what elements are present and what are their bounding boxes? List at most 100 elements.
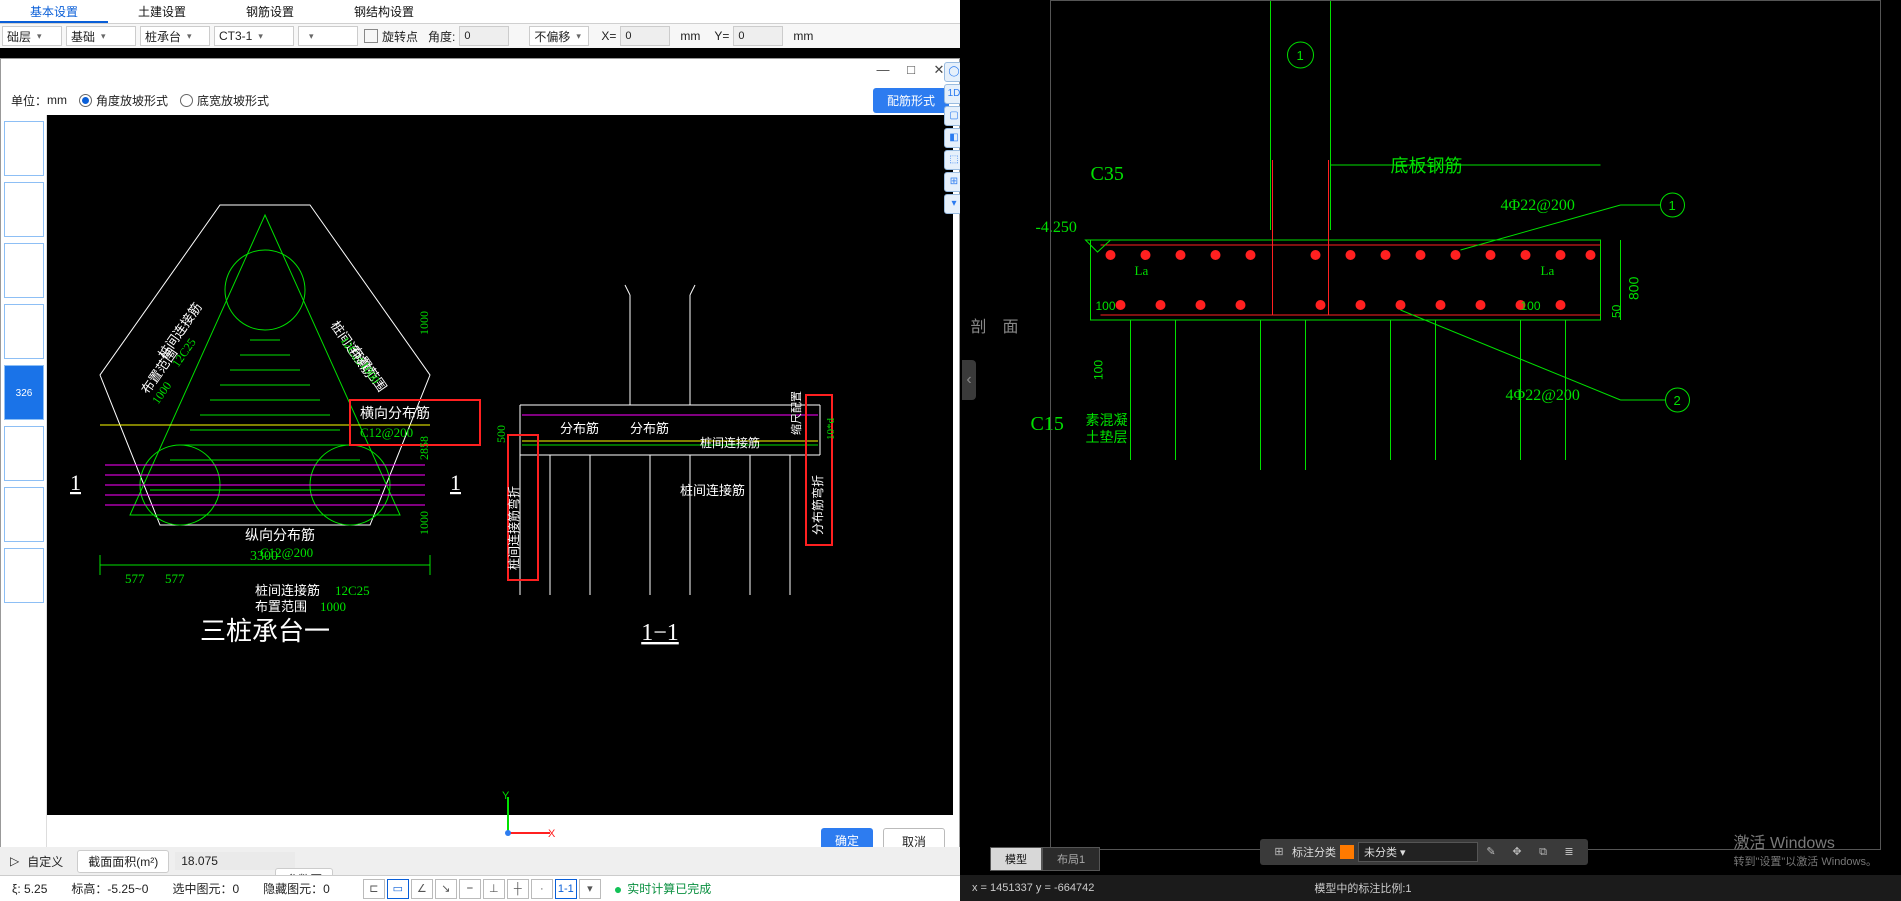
svg-text:1: 1	[70, 470, 81, 495]
svg-text:10*d: 10*d	[825, 418, 837, 441]
thumbnail-list[interactable]: 326	[1, 115, 47, 865]
val-unit: mm	[47, 93, 67, 107]
tag-color-icon	[1340, 845, 1354, 859]
grid-icon[interactable]: ⊞	[1269, 842, 1289, 862]
thumb-item[interactable]	[4, 243, 44, 298]
unit-mm1: mm	[680, 29, 700, 43]
lbl-angle: 角度:	[428, 28, 455, 45]
thumb-item[interactable]	[4, 487, 44, 542]
svg-text:布置范围: 布置范围	[255, 599, 307, 614]
coord-elev: 标高：-5.25~0	[71, 880, 148, 897]
svg-text:分布筋: 分布筋	[630, 421, 669, 436]
snap-icon[interactable]: ▾	[579, 879, 601, 899]
btn-rebar-form[interactable]: 配筋形式	[873, 88, 949, 113]
snap-icon[interactable]: ⎯	[459, 879, 481, 899]
snap-icon[interactable]: ∠	[411, 879, 433, 899]
dd-floor[interactable]: 础层	[2, 26, 62, 46]
lbl-hdist-spec: C12@200	[360, 425, 413, 440]
lbl-rotate: 旋转点	[382, 28, 418, 45]
snap-icon[interactable]: ↘	[435, 879, 457, 899]
dd-tag[interactable]: 未分类 ▾	[1358, 842, 1478, 862]
lbl-radio-width: 底宽放坡形式	[197, 92, 269, 109]
pile-cap-dialog: — □ ✕ 单位： mm 角度放坡形式 底宽放坡形式 配筋形式 326	[0, 58, 960, 866]
lbl-vdist: 纵向分布筋	[245, 527, 315, 544]
axis-gizmo: Y X	[500, 791, 560, 841]
settings-tabs: 基本设置 土建设置 钢筋设置 钢结构设置	[0, 0, 960, 24]
windows-activation: 激活 Windows转到"设置"以激活 Windows。	[1734, 829, 1878, 869]
toolbar: 础层 基础 桩承台 CT3-1 旋转点 角度: 0 不偏移 X= 0 mm Y=…	[0, 24, 960, 48]
snap-dd[interactable]: 1-1	[555, 879, 577, 899]
dd-type[interactable]: 桩承台	[140, 26, 210, 46]
svg-text:12C25: 12C25	[335, 583, 370, 598]
pane-collapse-icon[interactable]: ‹	[962, 360, 976, 400]
tab-model[interactable]: 模型	[990, 847, 1042, 871]
svg-text:500: 500	[494, 425, 508, 443]
svg-text:1000: 1000	[417, 511, 431, 535]
annotation-classify-bar: ⊞ 标注分类 未分类 ▾ ✎ ✥ ⧉ ≣	[1260, 839, 1588, 865]
properties-bar: ▷ 自定义 截面面积(m²) 18.075 参数图	[0, 847, 960, 875]
lbl-vdist-spec: C12@200	[260, 545, 313, 560]
cad-coords: x = 1451337 y = -664742	[972, 882, 1094, 894]
chk-rotate[interactable]	[364, 29, 378, 43]
thumb-item[interactable]	[4, 426, 44, 481]
move-icon[interactable]: ✥	[1507, 842, 1527, 862]
dd-category[interactable]: 基础	[66, 26, 136, 46]
tab-layout1[interactable]: 布局1	[1042, 847, 1100, 871]
lbl-custom[interactable]: 自定义	[27, 853, 63, 870]
drawing-canvas[interactable]: 3300 577 577 1 1 横向分布筋 C12@200 纵向分布筋 C12…	[47, 115, 953, 815]
lbl-unit: 单位：	[11, 92, 47, 109]
dim-577b: 577	[165, 571, 185, 586]
thumb-item[interactable]	[4, 548, 44, 603]
layers-icon[interactable]: ≣	[1559, 842, 1579, 862]
thumb-item[interactable]	[4, 304, 44, 359]
svg-text:X: X	[548, 828, 556, 840]
tab-rebar[interactable]: 钢筋设置	[216, 0, 324, 23]
inp-y[interactable]: 0	[733, 26, 783, 46]
section-label: 1−1	[641, 620, 679, 646]
dd-name[interactable]: CT3-1	[214, 26, 294, 46]
inp-x[interactable]: 0	[620, 26, 670, 46]
drawing-title: 三桩承台一	[200, 617, 330, 646]
snap-icon[interactable]: ·	[531, 879, 553, 899]
lbl-section: 剖 面	[971, 318, 1025, 336]
tab-civil[interactable]: 土建设置	[108, 0, 216, 23]
copy-icon[interactable]: ⧉	[1533, 842, 1553, 862]
svg-text:1: 1	[450, 470, 461, 495]
radio-angle[interactable]	[79, 94, 92, 107]
dim-577a: 577	[125, 571, 145, 586]
svg-text:2858: 2858	[417, 436, 431, 460]
radio-width[interactable]	[180, 94, 193, 107]
status-bar-left: ξ: 5.25 标高：-5.25~0 选中图元：0 隐藏图元：0 ⊏ ▭ ∠ ↘…	[0, 875, 960, 901]
tab-basic[interactable]: 基本设置	[0, 0, 108, 23]
thumb-item[interactable]	[4, 121, 44, 176]
unit-mm2: mm	[793, 29, 813, 43]
status-bar-right: x = 1451337 y = -664742 模型中的标注比例:1	[960, 875, 1901, 901]
cad-viewport[interactable]: 1 C35 C15 素混凝 土垫层 -4.250 La La 底板钢筋 4Φ2	[960, 0, 1901, 870]
snap-icon[interactable]: ⊥	[483, 879, 505, 899]
coord-xi: ξ: 5.25	[12, 882, 47, 896]
svg-text:Y: Y	[502, 791, 510, 802]
lbl-hdist: 横向分布筋	[360, 405, 430, 422]
dd-extra[interactable]	[298, 26, 358, 46]
svg-text:缩尺配置: 缩尺配置	[790, 391, 803, 435]
cad-layout-tabs: 模型 布局1	[990, 847, 1100, 871]
hidden-count: 隐藏图元：0	[263, 880, 330, 897]
tab-steel[interactable]: 钢结构设置	[324, 0, 444, 23]
chip-area-label: 截面面积(m²)	[77, 850, 169, 873]
snap-icon[interactable]: ⊏	[363, 879, 385, 899]
snap-icon[interactable]: ▭	[387, 879, 409, 899]
win-max-icon[interactable]: □	[897, 62, 925, 82]
inp-angle[interactable]: 0	[459, 26, 509, 46]
svg-text:分布筋弯折: 分布筋弯折	[810, 475, 825, 535]
thumb-item[interactable]	[4, 182, 44, 237]
snap-icon[interactable]: ┼	[507, 879, 529, 899]
thumb-item-selected[interactable]: 326	[4, 365, 44, 420]
svg-text:分布筋: 分布筋	[560, 421, 599, 436]
svg-text:1000: 1000	[417, 311, 431, 335]
edit-icon[interactable]: ✎	[1481, 842, 1501, 862]
lbl-x: X=	[601, 29, 616, 43]
lbl-radio-angle: 角度放坡形式	[96, 92, 168, 109]
dd-offset[interactable]: 不偏移	[529, 26, 589, 46]
win-min-icon[interactable]: —	[869, 62, 897, 82]
lbl-y: Y=	[714, 29, 729, 43]
